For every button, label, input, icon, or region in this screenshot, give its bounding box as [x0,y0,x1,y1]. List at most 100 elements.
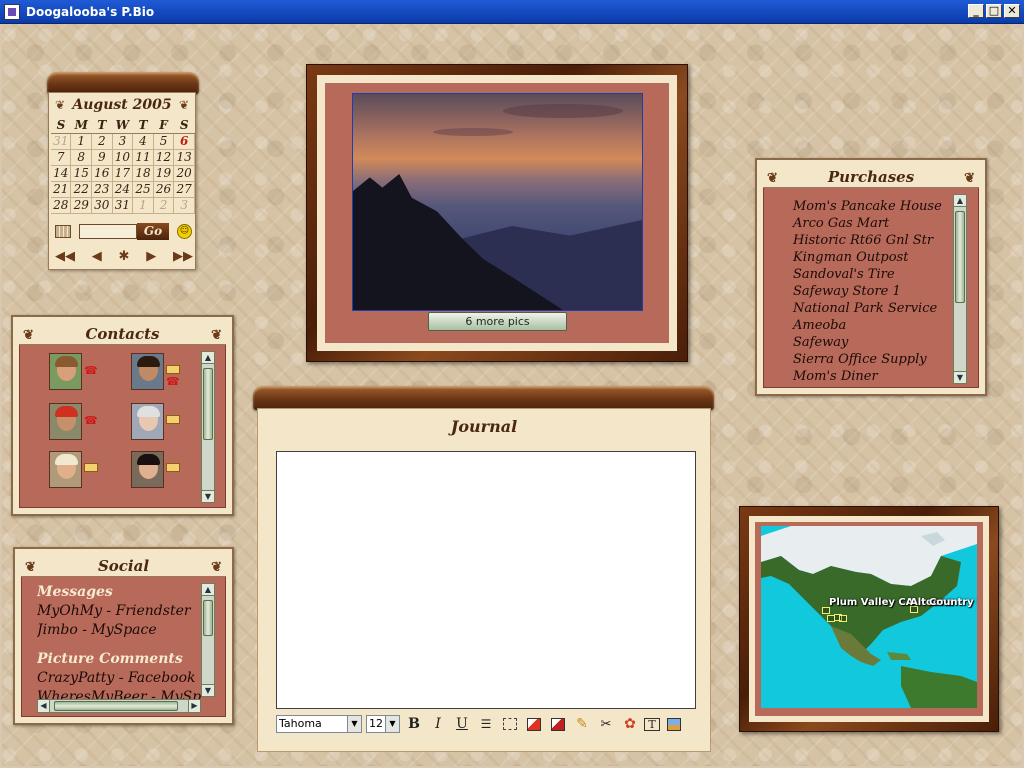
calendar-day[interactable]: 31 [51,133,72,150]
purchase-item[interactable]: Mom's Pancake House [793,198,942,215]
calendar-day[interactable]: 21 [51,181,72,198]
calendar-view-icon[interactable] [55,225,71,238]
social-item[interactable]: CrazyPatty - Facebook [37,669,201,688]
social-hscrollbar[interactable]: ◀ ▶ [37,699,201,713]
calendar-day[interactable]: 10 [112,149,134,166]
calendar-day[interactable]: 2 [91,133,113,150]
scroll-down-arrow[interactable]: ▼ [202,490,214,502]
text-color-icon[interactable] [551,717,565,731]
purchase-item[interactable]: Safeway [793,334,942,351]
window-titlebar[interactable]: Doogalooba's P.Bio _ □ ✕ [0,0,1024,24]
calendar-day[interactable]: 19 [153,165,175,182]
image-icon[interactable] [667,717,681,731]
go-button[interactable]: Go [137,223,169,240]
map-view[interactable]: Plum Valley CA Altoona Country I [761,526,977,708]
first-month-button[interactable]: ◀◀ [55,249,75,264]
calendar-day[interactable]: 31 [112,197,134,214]
mail-icon[interactable] [166,415,180,424]
calendar-day[interactable]: 16 [91,165,113,182]
scroll-left-arrow[interactable]: ◀ [38,700,50,712]
contact-avatar[interactable] [49,403,82,440]
calendar-day[interactable]: 1 [132,197,154,214]
map-marker[interactable] [839,615,847,622]
calendar-day[interactable]: 23 [91,181,113,198]
mail-icon[interactable] [166,463,180,472]
map-marker[interactable] [822,607,830,614]
mail-icon[interactable] [166,365,180,374]
calendar-day[interactable]: 26 [153,181,175,198]
calendar-day[interactable]: 5 [153,133,175,150]
purchase-item[interactable]: Kingman Outpost [793,249,942,266]
purchases-scrollbar[interactable]: ▲ ▼ [953,194,967,384]
highlight-color-icon[interactable] [527,717,541,731]
scroll-down-arrow[interactable]: ▼ [954,371,966,383]
font-size-select[interactable]: 12 ▼ [366,715,400,733]
map-label-country[interactable]: Country I [929,597,977,608]
purchase-item[interactable]: National Park Service [793,300,942,317]
calendar-day[interactable]: 7 [51,149,72,166]
chevron-down-icon[interactable]: ▼ [347,716,361,732]
scroll-up-arrow[interactable]: ▲ [954,195,966,207]
chevron-down-icon[interactable]: ▼ [385,716,399,732]
calendar-day[interactable]: 13 [173,149,195,166]
underline-button[interactable]: U [452,715,472,734]
prev-month-button[interactable]: ◀ [92,249,102,264]
purchase-item[interactable]: Sierra Office Supply [793,351,942,368]
scroll-thumb[interactable] [54,701,178,711]
phone-icon[interactable]: ☎ [166,376,180,387]
calendar-day[interactable]: 17 [112,165,134,182]
cut-icon[interactable]: ✂ [596,715,616,734]
scroll-down-arrow[interactable]: ▼ [202,684,214,696]
purchase-item[interactable]: Sandoval's Tire [793,266,942,283]
calendar-day[interactable]: 30 [91,197,113,214]
scroll-thumb[interactable] [203,600,213,636]
scroll-up-arrow[interactable]: ▲ [202,352,214,364]
last-month-button[interactable]: ▶▶ [173,249,193,264]
minimize-button[interactable]: _ [968,4,984,18]
mail-icon[interactable] [84,463,98,472]
purchase-item[interactable]: Ameoba [793,317,942,334]
calendar-day[interactable]: 6 [173,133,195,150]
journal-text-area[interactable] [276,451,696,709]
pencil-icon[interactable]: ✎ [572,715,592,734]
today-button[interactable]: ✱ [119,249,130,264]
bold-button[interactable]: B [404,715,424,734]
calendar-day[interactable]: 2 [153,197,175,214]
social-item[interactable]: MyOhMy - Friendster [37,602,201,621]
contact-avatar[interactable] [49,451,82,488]
font-name-select[interactable]: Tahoma ▼ [276,715,362,733]
calendar-day[interactable]: 3 [112,133,134,150]
scroll-thumb[interactable] [203,368,213,440]
purchase-item[interactable]: Mom's Diner [793,368,942,385]
calendar-day[interactable]: 28 [51,197,72,214]
maximize-button[interactable]: □ [986,4,1002,18]
calendar-day[interactable]: 29 [70,197,93,214]
calendar-day[interactable]: 9 [91,149,113,166]
contact-avatar[interactable] [131,451,164,488]
palette-icon[interactable]: ✿ [620,715,640,734]
photo-image[interactable] [352,93,643,311]
calendar-day[interactable]: 27 [173,181,195,198]
date-input[interactable] [79,224,137,239]
map-label-plum-valley[interactable]: Plum Valley CA [829,597,913,608]
social-item[interactable]: WheresMyBeer - MySpace [37,688,201,699]
calendar-day[interactable]: 25 [132,181,154,198]
contact-avatar[interactable] [49,353,82,390]
select-region-icon[interactable] [503,718,517,730]
italic-button[interactable]: I [428,715,448,734]
social-vscrollbar[interactable]: ▲ ▼ [201,583,215,697]
calendar-day[interactable]: 11 [132,149,154,166]
calendar-day[interactable]: 8 [70,149,93,166]
calendar-day[interactable]: 22 [70,181,93,198]
close-button[interactable]: ✕ [1004,4,1020,18]
next-month-button[interactable]: ▶ [146,249,156,264]
phone-icon[interactable]: ☎ [84,365,98,376]
calendar-day[interactable]: 12 [153,149,175,166]
contact-avatar[interactable] [131,403,164,440]
calendar-day[interactable]: 4 [132,133,154,150]
purchase-item[interactable]: Historic Rt66 Gnl Str [793,232,942,249]
calendar-day[interactable]: 24 [112,181,134,198]
contacts-scrollbar[interactable]: ▲ ▼ [201,351,215,503]
calendar-day[interactable]: 18 [132,165,154,182]
text-box-icon[interactable]: T [644,717,660,731]
